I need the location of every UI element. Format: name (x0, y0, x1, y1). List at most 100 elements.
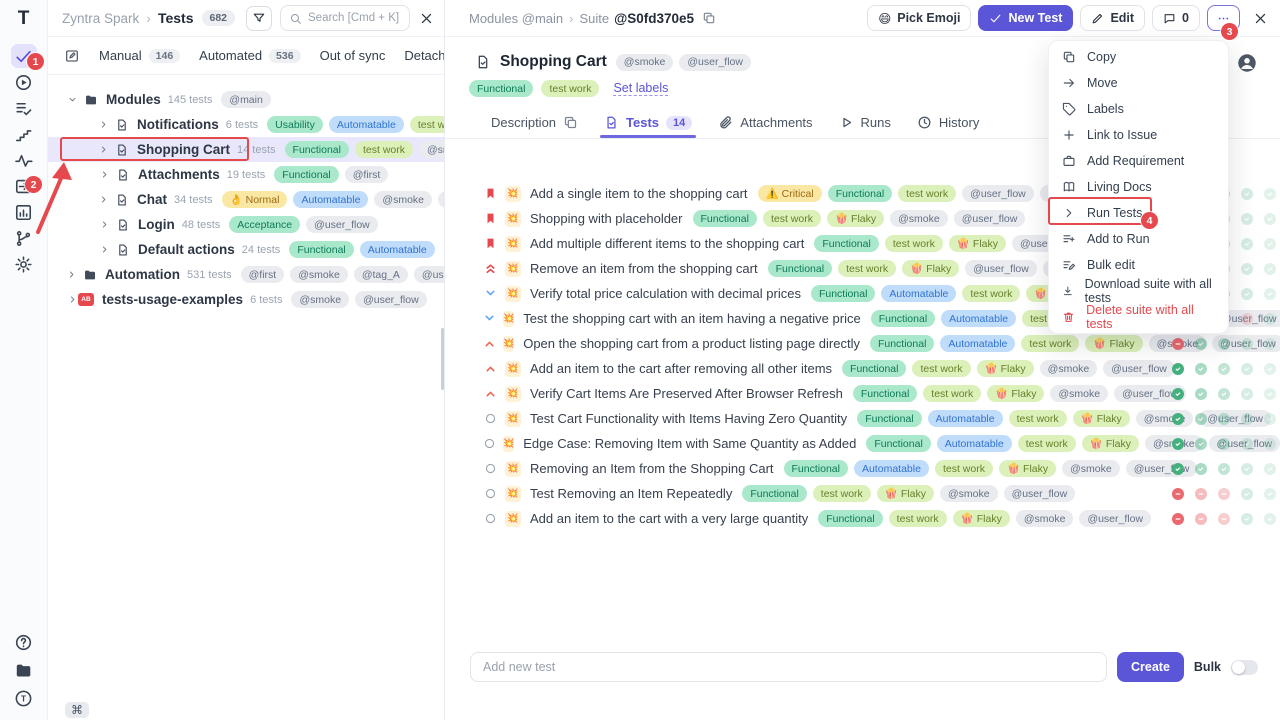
badge-Flaky[interactable]: 🍿Flaky (1082, 435, 1139, 452)
menu-item-labels[interactable]: Labels (1049, 96, 1228, 122)
badge-user_flow[interactable]: @user_flow (1079, 510, 1151, 527)
badge-testwork[interactable]: test work (889, 510, 947, 527)
run-status-passed[interactable] (1195, 463, 1207, 475)
badge-user_flow[interactable]: @user_flow (414, 266, 445, 283)
tab-description[interactable]: Description (469, 115, 578, 130)
suite-breadcrumb-path[interactable]: Modules @main (469, 11, 563, 26)
run-status-passed[interactable] (1264, 388, 1276, 400)
run-status-passed[interactable] (1195, 438, 1207, 450)
sidebar-item-steps[interactable] (11, 122, 37, 146)
badge-Acceptance[interactable]: Acceptance (229, 216, 300, 233)
badge-smoke[interactable]: @smoke (374, 191, 432, 208)
menu-item-move[interactable]: Move (1049, 70, 1228, 96)
badge-testwork[interactable]: test work (885, 235, 943, 252)
run-status-passed[interactable] (1218, 438, 1230, 450)
badge-Usability[interactable]: Usability (267, 116, 323, 133)
test-row[interactable]: 💥Add an item to the cart after removing … (445, 356, 1280, 381)
test-row[interactable]: 💥Edge Case: Removing Item with Same Quan… (445, 431, 1280, 456)
chevron-right-icon[interactable] (98, 169, 110, 180)
badge-Normal[interactable]: 👌Normal (222, 191, 288, 208)
run-status-passed[interactable] (1264, 488, 1276, 500)
search-input[interactable] (308, 12, 400, 24)
run-status-failed[interactable] (1172, 338, 1184, 350)
badge-testwork[interactable]: test work (923, 385, 981, 402)
run-status-failed[interactable] (1195, 488, 1207, 500)
badge-Functional[interactable]: Functional (784, 460, 848, 477)
run-status-passed[interactable] (1218, 363, 1230, 375)
badge-Functional[interactable]: Functional (768, 260, 832, 277)
badge-Flaky[interactable]: 🍿Flaky (999, 460, 1056, 477)
run-status-passed[interactable] (1218, 463, 1230, 475)
test-title[interactable]: Test Cart Functionality with Items Havin… (530, 411, 847, 426)
badge-user_flow[interactable]: @user_flow (1004, 485, 1076, 502)
run-status-failed[interactable] (1172, 488, 1184, 500)
run-status-passed[interactable] (1264, 413, 1276, 425)
test-title[interactable]: Add an item to the cart after removing a… (530, 361, 832, 376)
chevron-right-icon[interactable] (98, 244, 110, 255)
badge-smoke[interactable]: @smoke (419, 141, 445, 158)
chevron-right-icon[interactable] (66, 294, 78, 305)
badge-user_flow[interactable]: @user_flow (438, 191, 445, 208)
tree-scrollbar[interactable] (441, 328, 444, 390)
test-title[interactable]: Add a single item to the shopping cart (530, 186, 748, 201)
tree-item-attachments[interactable]: Attachments19 testsFunctional@first (48, 162, 444, 187)
badge-Automatable[interactable]: Automatable (940, 335, 1015, 352)
tree-item-tests-usage-examples[interactable]: ABtests-usage-examples6 tests@smoke@user… (48, 287, 444, 312)
badge-tag_A[interactable]: @tag_A (354, 266, 408, 283)
close-suite-icon[interactable] (1253, 11, 1268, 26)
badge-first[interactable]: @first (345, 166, 389, 183)
badge-testwork[interactable]: test work (410, 116, 445, 133)
run-status-passed[interactable] (1241, 188, 1253, 200)
suite-label-Functional[interactable]: Functional (469, 80, 533, 97)
badge-Functional[interactable]: Functional (693, 210, 757, 227)
badge-Automatable[interactable]: Automatable (854, 460, 929, 477)
badge-testwork[interactable]: test work (763, 210, 821, 227)
tab-tests[interactable]: Tests14 (604, 115, 692, 130)
run-status-passed[interactable] (1195, 413, 1207, 425)
comments-button[interactable]: 0 (1152, 5, 1200, 31)
chevron-right-icon[interactable] (66, 269, 77, 280)
run-status-passed[interactable] (1172, 413, 1184, 425)
copy-icon[interactable] (563, 115, 578, 130)
run-status-failed[interactable] (1172, 513, 1184, 525)
run-status-passed[interactable] (1264, 463, 1276, 475)
suite-label-test-work[interactable]: test work (541, 80, 599, 97)
close-panel-icon[interactable] (419, 11, 434, 26)
breadcrumb-project[interactable]: Zyntra Spark (62, 11, 139, 26)
badge-Functional[interactable]: Functional (842, 360, 906, 377)
run-status-passed[interactable] (1264, 338, 1276, 350)
badge-Functional[interactable]: Functional (871, 310, 935, 327)
tree-tab-automated[interactable]: Automated536 (199, 48, 300, 63)
tree-item-login[interactable]: Login48 testsAcceptance@user_flow (48, 212, 444, 237)
badge-main[interactable]: @main (221, 91, 270, 108)
run-status-passed[interactable] (1172, 463, 1184, 475)
badge-Flaky[interactable]: 🍿Flaky (877, 485, 934, 502)
chevron-right-icon[interactable] (98, 219, 110, 230)
avatar[interactable] (1236, 52, 1258, 74)
bulk-toggle[interactable] (1231, 660, 1258, 675)
menu-item-bulk-edit[interactable]: Bulk edit (1049, 252, 1228, 278)
run-status-passed[interactable] (1264, 438, 1276, 450)
chevron-right-icon[interactable] (98, 194, 109, 205)
run-status-passed[interactable] (1264, 213, 1276, 225)
run-status-passed[interactable] (1264, 188, 1276, 200)
badge-Automatable[interactable]: Automatable (941, 310, 1016, 327)
test-row[interactable]: 💥Test Removing an Item RepeatedlyFunctio… (445, 481, 1280, 506)
badge-testwork[interactable]: test work (935, 460, 993, 477)
badge-Flaky[interactable]: 🍿Flaky (827, 210, 884, 227)
suite-tag-user_flow[interactable]: @user_flow (679, 54, 751, 71)
badge-testwork[interactable]: test work (898, 185, 956, 202)
test-title[interactable]: Remove an item from the shopping cart (530, 261, 758, 276)
badge-testwork[interactable]: test work (912, 360, 970, 377)
test-title[interactable]: Test Removing an Item Repeatedly (530, 486, 732, 501)
badge-smoke[interactable]: @smoke (290, 266, 348, 283)
badge-Flaky[interactable]: 🍿Flaky (987, 385, 1044, 402)
menu-item-copy[interactable]: Copy (1049, 44, 1228, 70)
tree-item-automation[interactable]: Automation531 tests@first@smoke@tag_A@us… (48, 262, 444, 287)
tree-item-chat[interactable]: Chat34 tests👌NormalAutomatable@smoke@use… (48, 187, 444, 212)
badge-user_flow[interactable]: @user_flow (1103, 360, 1175, 377)
run-status-failed[interactable] (1218, 513, 1230, 525)
run-status-passed[interactable] (1264, 263, 1276, 275)
badge-Functional[interactable]: Functional (853, 385, 917, 402)
add-test-input[interactable] (470, 652, 1107, 682)
